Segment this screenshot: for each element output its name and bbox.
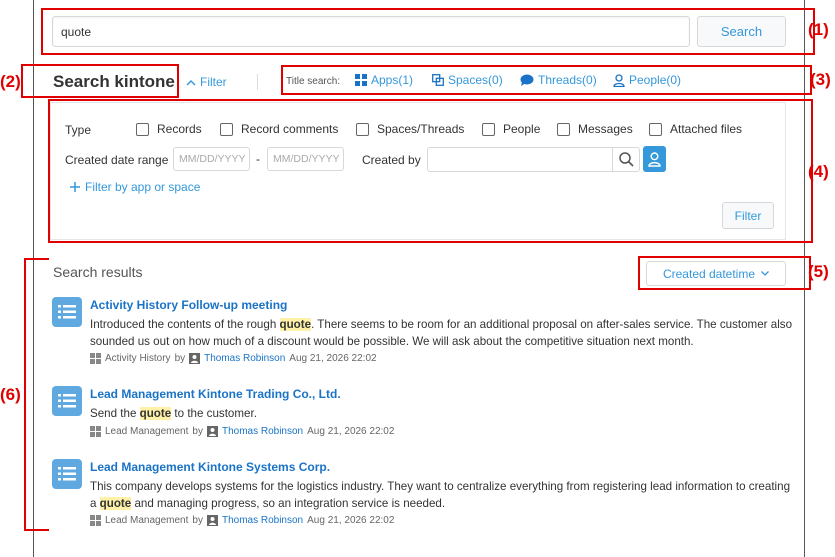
filter-toggle-label: Filter xyxy=(200,75,227,89)
result-title-link[interactable]: Activity History Follow-up meeting xyxy=(90,298,287,312)
result-date: Aug 21, 2026 22:02 xyxy=(307,426,395,437)
snippet-text: Introduced the contents of the rough xyxy=(90,318,280,331)
app-icon xyxy=(90,515,101,526)
result-snippet: Send the quote to the customer. xyxy=(90,405,795,422)
result-app-name: Lead Management xyxy=(105,515,189,526)
snippet-highlight: quote xyxy=(139,407,172,420)
snippet-highlight: quote xyxy=(279,318,312,331)
record-icon xyxy=(52,459,82,489)
annotation-box-5 xyxy=(638,256,811,290)
annotation-box-3 xyxy=(281,65,812,95)
annotation-label-5: (5) xyxy=(808,262,829,281)
snippet-text: and managing progress, so an integration… xyxy=(131,497,446,510)
annotation-label-2: (2) xyxy=(0,72,21,91)
user-avatar-icon xyxy=(206,426,218,437)
annotation-box-4 xyxy=(48,99,813,243)
annotation-bracket-6 xyxy=(24,258,49,531)
annotation-label-6: (6) xyxy=(0,385,21,404)
result-date: Aug 21, 2026 22:02 xyxy=(307,515,395,526)
annotation-label-4: (4) xyxy=(808,162,829,181)
filter-toggle-button[interactable]: Filter xyxy=(186,75,227,89)
app-icon xyxy=(90,353,101,364)
results-heading: Search results xyxy=(53,264,143,280)
result-title-link[interactable]: Lead Management Kintone Systems Corp. xyxy=(90,460,330,474)
result-by: by xyxy=(192,426,203,437)
record-icon xyxy=(52,297,82,327)
result-snippet: Introduced the contents of the rough quo… xyxy=(90,316,795,350)
result-user-link[interactable]: Thomas Robinson xyxy=(222,426,303,437)
snippet-highlight: quote xyxy=(99,497,132,510)
result-by: by xyxy=(174,353,186,364)
annotation-box-2 xyxy=(21,64,179,98)
result-snippet: This company develops systems for the lo… xyxy=(90,478,795,512)
result-date: Aug 21, 2026 22:02 xyxy=(289,353,377,364)
record-icon xyxy=(52,386,82,416)
result-user-link[interactable]: Thomas Robinson xyxy=(222,515,303,526)
result-meta: Lead Management by Thomas Robinson Aug 2… xyxy=(90,515,394,526)
snippet-text: to the customer. xyxy=(171,407,257,420)
result-title-link[interactable]: Lead Management Kintone Trading Co., Ltd… xyxy=(90,387,341,401)
result-meta: Activity History by Thomas Robinson Aug … xyxy=(90,353,377,364)
result-app-name: Lead Management xyxy=(105,426,189,437)
user-avatar-icon xyxy=(206,515,218,526)
result-app-name: Activity History xyxy=(105,353,171,364)
user-avatar-icon xyxy=(189,353,201,364)
divider xyxy=(257,74,258,90)
snippet-text: Send the xyxy=(90,407,140,420)
result-user-link[interactable]: Thomas Robinson xyxy=(204,353,285,364)
app-icon xyxy=(90,426,101,437)
result-meta: Lead Management by Thomas Robinson Aug 2… xyxy=(90,426,394,437)
annotation-box-1 xyxy=(41,8,815,55)
annotation-label-3: (3) xyxy=(810,70,831,89)
annotation-label-1: (1) xyxy=(808,20,829,39)
chevron-up-icon xyxy=(186,79,196,85)
result-by: by xyxy=(192,515,203,526)
